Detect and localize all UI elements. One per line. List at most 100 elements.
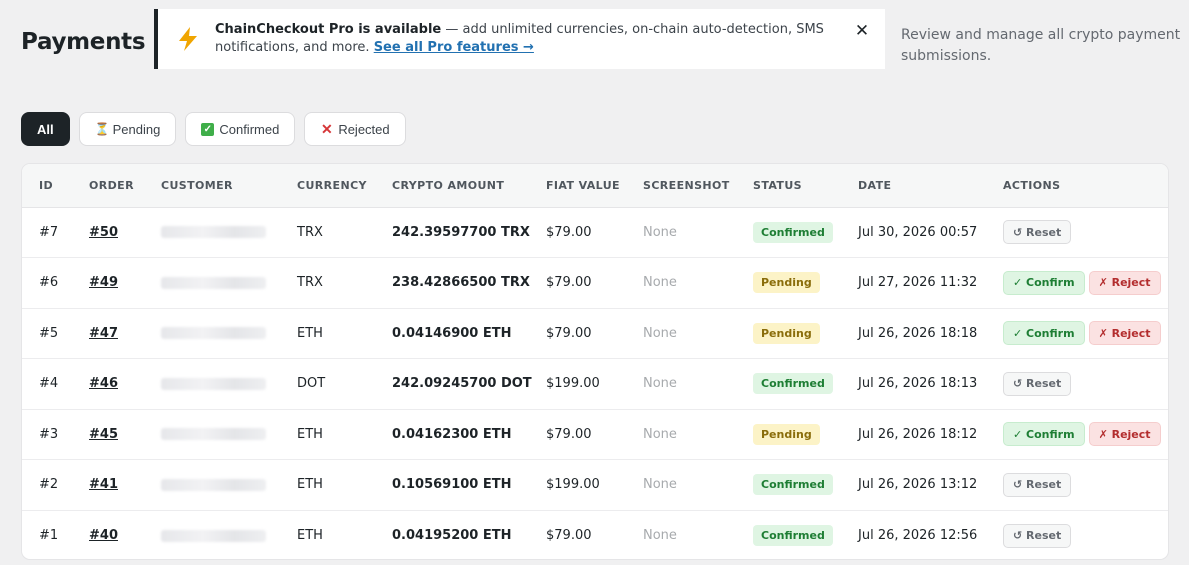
crypto-amount: 242.09245700 DOT xyxy=(392,376,532,392)
order-cell: #40 xyxy=(72,510,144,559)
column-header-currency: CURRENCY xyxy=(280,164,375,208)
column-header-crypto-amount: CRYPTO AMOUNT xyxy=(375,164,529,208)
reset-button[interactable]: ↺ Reset xyxy=(1003,523,1072,548)
column-header-customer: CUSTOMER xyxy=(144,164,280,208)
customer-name-redacted xyxy=(161,428,266,441)
column-header-screenshot: SCREENSHOT xyxy=(626,164,736,208)
screenshot: None xyxy=(643,477,677,493)
payment-id: #1 xyxy=(39,528,59,543)
confirm-button[interactable]: ✓ Confirm xyxy=(1003,321,1085,346)
order-link[interactable]: #47 xyxy=(89,326,118,341)
screenshot: None xyxy=(643,528,677,543)
cross-icon: ✕ xyxy=(320,120,333,137)
customer-cell xyxy=(144,409,280,460)
order-link[interactable]: #40 xyxy=(89,528,118,543)
fiat-value: $199.00 xyxy=(546,376,600,392)
table-row: #2 #41 ETH 0.10569100 ETH $199.00 None Confirm… xyxy=(22,460,1168,511)
customer-cell xyxy=(144,510,280,559)
fiat-value: $79.00 xyxy=(546,426,592,442)
fiat-value: $79.00 xyxy=(546,325,592,341)
status-cell: Confirmed xyxy=(736,359,841,410)
payment-id: #6 xyxy=(39,275,59,291)
reset-button[interactable]: ↺ Reset xyxy=(1003,220,1072,245)
customer-name-redacted xyxy=(161,226,266,239)
status-badge: Pending xyxy=(753,322,820,344)
customer-name-redacted xyxy=(161,276,266,289)
filter-confirmed-label: Confirmed xyxy=(219,121,280,137)
actions-cell: ↺ Reset xyxy=(986,207,1168,258)
notice-title: ChainCheckout Pro is available xyxy=(215,22,442,37)
order-link[interactable]: #45 xyxy=(89,427,118,442)
crypto-amount: 242.39597700 TRX xyxy=(392,224,530,240)
crypto-amount: 238.42866500 TRX xyxy=(392,275,530,291)
status-badge: Confirmed xyxy=(753,474,833,496)
status-badge: Confirmed xyxy=(753,525,833,546)
page-subtitle: Review and manage all crypto payment sub… xyxy=(901,27,1181,64)
filter-confirmed-button[interactable]: ✓ Confirmed xyxy=(185,112,296,146)
table-row: #7 #50 TRX 242.39597700 TRX $79.00 None Confir… xyxy=(22,207,1168,258)
column-header-date: DATE xyxy=(841,164,986,208)
table-row: #3 #45 ETH 0.04162300 ETH $79.00 None Pending J… xyxy=(22,409,1168,460)
status-filter-tabs: All ⏳ Pending ✓ Confirmed ✕ Rejected xyxy=(21,112,406,146)
customer-cell xyxy=(144,258,280,309)
reset-button[interactable]: ↺ Reset xyxy=(1003,371,1072,396)
confirm-button[interactable]: ✓ Confirm xyxy=(1003,422,1085,447)
date: Jul 26, 2026 12:56 xyxy=(858,528,978,543)
currency: ETH xyxy=(297,528,323,543)
filter-rejected-button[interactable]: ✕ Rejected xyxy=(304,112,406,146)
customer-cell xyxy=(144,359,280,410)
reset-button[interactable]: ↺ Reset xyxy=(1003,472,1072,497)
status-cell: Confirmed xyxy=(736,460,841,511)
pro-upgrade-notice: ChainCheckout Pro is available — add unl… xyxy=(154,9,885,69)
order-link[interactable]: #49 xyxy=(89,275,118,290)
customer-name-redacted xyxy=(161,529,266,542)
order-cell: #41 xyxy=(72,460,144,511)
order-link[interactable]: #41 xyxy=(89,477,118,492)
see-pro-features-link[interactable]: See all Pro features → xyxy=(374,40,534,55)
actions-cell: ✓ Confirm ✗ Reject xyxy=(986,308,1168,359)
customer-name-redacted xyxy=(161,377,266,390)
filter-pending-button[interactable]: ⏳ Pending xyxy=(78,112,177,146)
reject-button[interactable]: ✗ Reject xyxy=(1088,270,1161,295)
date: Jul 26, 2026 18:12 xyxy=(858,426,978,442)
notice-message: ChainCheckout Pro is available — add unl… xyxy=(215,21,855,57)
column-header-id: ID xyxy=(22,164,72,208)
date: Jul 27, 2026 11:32 xyxy=(858,275,978,291)
actions-cell: ✓ Confirm ✗ Reject xyxy=(986,258,1168,309)
table-row: #5 #47 ETH 0.04146900 ETH $79.00 None Pending J… xyxy=(22,308,1168,359)
status-cell: Confirmed xyxy=(736,510,841,559)
order-link[interactable]: #50 xyxy=(89,225,118,240)
status-cell: Confirmed xyxy=(736,207,841,258)
column-header-status: STATUS xyxy=(736,164,841,208)
date: Jul 26, 2026 13:12 xyxy=(858,477,978,493)
order-cell: #47 xyxy=(72,308,144,359)
fiat-value: $199.00 xyxy=(546,477,600,493)
reject-button[interactable]: ✗ Reject xyxy=(1088,422,1161,447)
status-badge: Pending xyxy=(753,423,820,445)
payments-table: ID ORDER CUSTOMER CURRENCY CRYPTO AMOUNT… xyxy=(22,164,1168,559)
status-badge: Confirmed xyxy=(753,221,833,243)
order-link[interactable]: #46 xyxy=(89,376,118,391)
screenshot: None xyxy=(643,325,677,341)
table-row: #6 #49 TRX 238.42866500 TRX $79.00 None Pendin… xyxy=(22,258,1168,309)
payment-id: #7 xyxy=(39,224,59,240)
crypto-amount: 0.04162300 ETH xyxy=(392,426,512,442)
confirm-button[interactable]: ✓ Confirm xyxy=(1003,270,1085,295)
currency: TRX xyxy=(297,224,323,240)
status-cell: Pending xyxy=(736,308,841,359)
actions-cell: ↺ Reset xyxy=(986,460,1168,511)
actions-cell: ↺ Reset xyxy=(986,510,1168,559)
reject-button[interactable]: ✗ Reject xyxy=(1088,321,1161,346)
order-cell: #49 xyxy=(72,258,144,309)
lightning-bolt-icon xyxy=(176,26,200,52)
payment-id: #5 xyxy=(39,325,59,341)
table-header-row: ID ORDER CUSTOMER CURRENCY CRYPTO AMOUNT… xyxy=(22,164,1168,208)
crypto-amount: 0.04195200 ETH xyxy=(392,528,512,543)
hourglass-icon: ⏳ xyxy=(94,121,110,136)
close-icon[interactable]: ✕ xyxy=(853,22,871,40)
fiat-value: $79.00 xyxy=(546,224,592,240)
filter-all-button[interactable]: All xyxy=(21,112,70,146)
screenshot: None xyxy=(643,426,677,442)
filter-rejected-label: Rejected xyxy=(338,121,390,137)
crypto-amount: 0.10569100 ETH xyxy=(392,477,512,493)
